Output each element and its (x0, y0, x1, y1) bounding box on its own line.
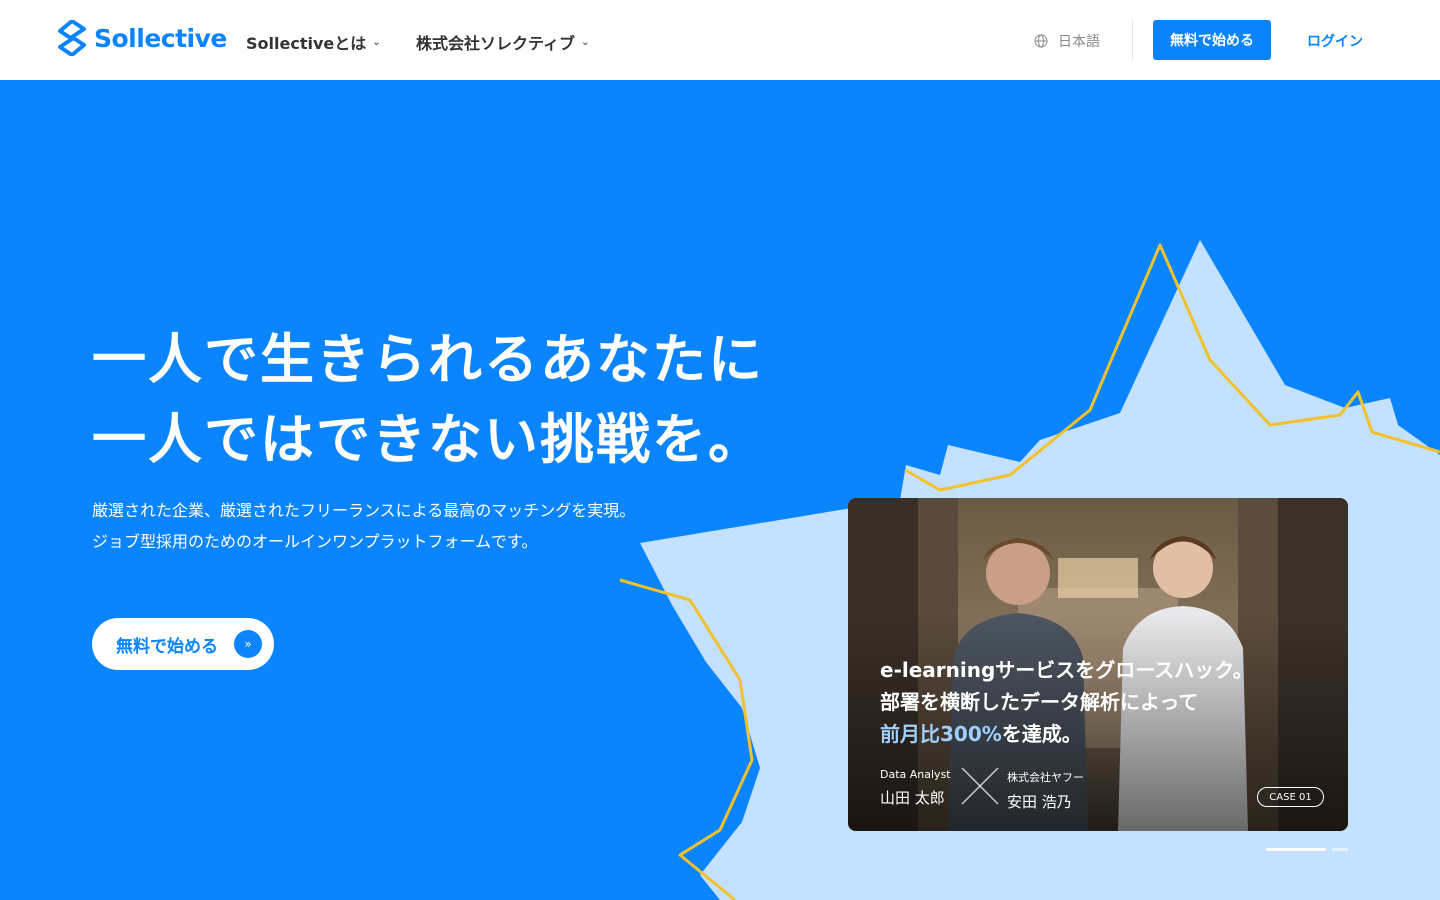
case-title-line-1: e-learningサービスをグロースハック。 (880, 658, 1253, 682)
nav-company-label: 株式会社ソレクティブ (416, 34, 576, 53)
case-person-1: Data Analyst 山田 太郎 (880, 768, 951, 808)
case-person-2-name: 安田 浩乃 (1007, 793, 1072, 811)
hero-description-line-1: 厳選された企業、厳選されたフリーランスによる最高のマッチングを実現。 (92, 501, 636, 520)
header-divider (1132, 20, 1133, 60)
case-title-line-3: 前月比300%を達成。 (880, 718, 1253, 750)
case-person-1-role: Data Analyst (880, 768, 951, 781)
hero-headline-line-1: 一人で生きられるあなたに (92, 328, 764, 391)
hero-headline-line-2: 一人ではできない挑戦を。 (92, 408, 764, 471)
double-chevron-right-icon: » (234, 630, 262, 658)
sollective-logo-icon (58, 20, 86, 56)
language-label: 日本語 (1058, 34, 1100, 50)
case-person-1-name: 山田 太郎 (880, 789, 945, 807)
logo[interactable]: Sollective (58, 20, 227, 56)
hero-start-free-button[interactable]: 無料で始める » (92, 618, 274, 670)
case-person-2: 株式会社ヤフー 安田 浩乃 (1007, 769, 1084, 812)
start-free-button[interactable]: 無料で始める (1153, 20, 1271, 60)
case-title-highlight: 前月比300% (880, 722, 1002, 746)
case-number-badge: CASE 01 (1257, 787, 1324, 807)
chevron-down-icon: ⌄ (372, 36, 381, 48)
language-selector[interactable]: 日本語 (1034, 31, 1100, 51)
hero-start-free-label: 無料で始める (116, 636, 218, 657)
case-title-line-3-rest: を達成。 (1001, 722, 1082, 746)
site-header: Sollective Sollectiveとは ⌄ 株式会社ソレクティブ ⌄ 日… (0, 0, 1440, 80)
case-person-2-company: 株式会社ヤフー (1007, 771, 1084, 784)
hero-description-line-2: ジョブ型採用のためのオールインワンプラットフォームです。 (92, 532, 538, 551)
case-title-line-2: 部署を横断したデータ解析によって (880, 690, 1199, 714)
chevron-down-icon: ⌄ (581, 36, 590, 48)
nav-about[interactable]: Sollectiveとは ⌄ (246, 30, 381, 54)
carousel-dot[interactable] (1332, 848, 1348, 851)
hero-description: 厳選された企業、厳選されたフリーランスによる最高のマッチングを実現。 ジョブ型採… (92, 495, 635, 557)
login-link[interactable]: ログイン (1307, 31, 1363, 51)
hero-headline: 一人で生きられるあなたに 一人ではできない挑戦を。 (92, 320, 764, 480)
carousel-dot-active[interactable] (1266, 848, 1326, 851)
cross-divider-icon (961, 767, 999, 805)
nav-company[interactable]: 株式会社ソレクティブ ⌄ (416, 30, 589, 54)
case-study-card[interactable]: e-learningサービスをグロースハック。 部署を横断したデータ解析によって… (848, 498, 1348, 831)
logo-text: Sollective (94, 23, 227, 53)
carousel-indicator (1266, 848, 1348, 851)
case-title: e-learningサービスをグロースハック。 部署を横断したデータ解析によって… (880, 654, 1253, 750)
globe-icon (1034, 34, 1048, 48)
nav-about-label: Sollectiveとは (246, 34, 367, 53)
